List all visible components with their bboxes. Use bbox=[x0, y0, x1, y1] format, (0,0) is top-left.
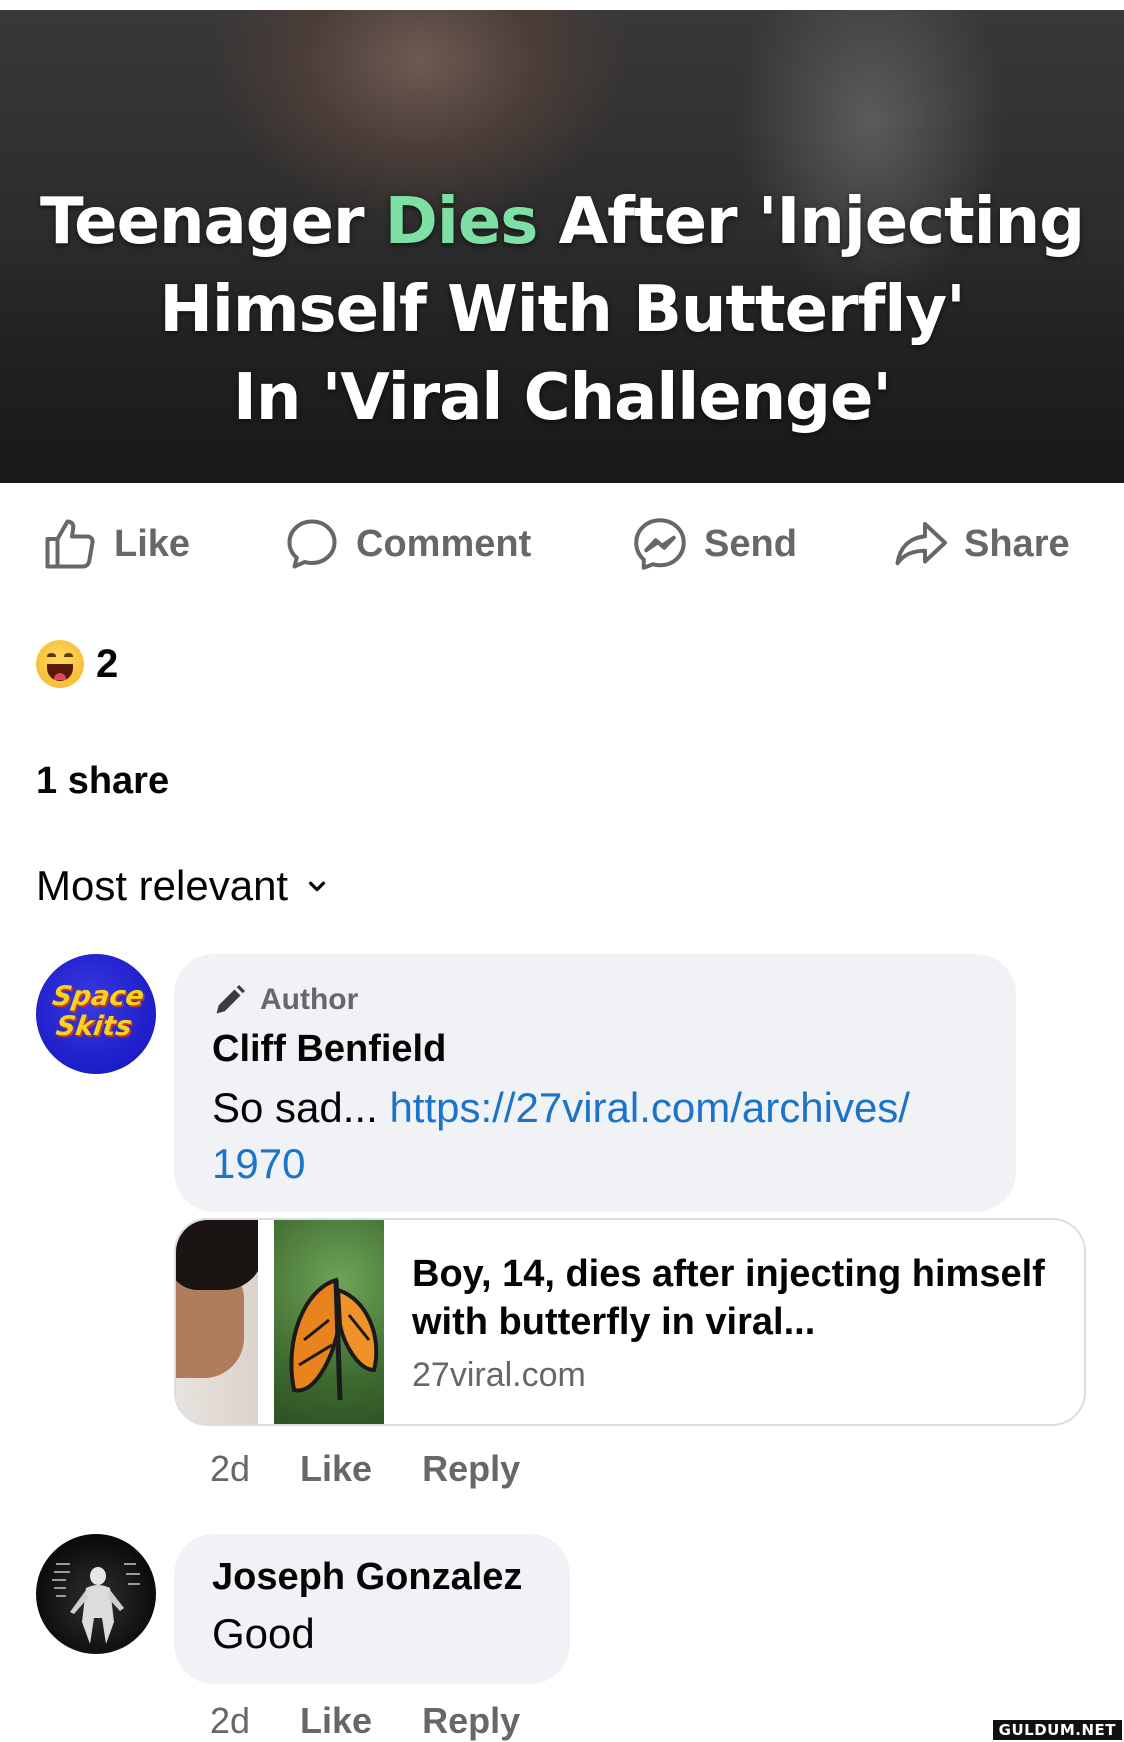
comment-sort-dropdown[interactable]: Most relevant bbox=[36, 862, 328, 910]
comment-like-button[interactable]: Like bbox=[300, 1700, 372, 1742]
pen-icon bbox=[216, 985, 245, 1014]
commenter-name[interactable]: Joseph Gonzalez bbox=[212, 1556, 522, 1599]
comment-time: 2d bbox=[210, 1700, 251, 1741]
comment-reply-button[interactable]: Reply bbox=[422, 1700, 520, 1742]
share-count[interactable]: 1 share bbox=[36, 760, 169, 803]
comment-icon bbox=[287, 519, 337, 569]
link-card-title: Boy, 14, dies after injecting himself wi… bbox=[412, 1253, 1045, 1343]
avatar[interactable] bbox=[36, 1534, 156, 1654]
like-button[interactable]: Like bbox=[40, 508, 190, 580]
comment-reply-button[interactable]: Reply bbox=[422, 1448, 520, 1490]
comment-text: Good bbox=[212, 1610, 315, 1657]
profile-figure-icon bbox=[52, 1563, 140, 1644]
share-button[interactable]: Share bbox=[890, 508, 1070, 580]
messenger-icon bbox=[634, 518, 686, 570]
send-button[interactable]: Send bbox=[630, 508, 797, 580]
comment-link[interactable]: https://27viral.com/archives/ bbox=[389, 1084, 910, 1131]
comment-meta: 2d Like Reply bbox=[210, 1448, 520, 1490]
commenter-name[interactable]: Cliff Benfield bbox=[212, 1028, 446, 1071]
post-action-bar: Like Comment Send Share bbox=[0, 508, 1124, 580]
reaction-summary[interactable]: 2 bbox=[36, 640, 118, 688]
chevron-down-icon bbox=[309, 881, 326, 892]
reaction-count: 2 bbox=[96, 641, 119, 686]
comment-meta: 2d Like Reply bbox=[210, 1700, 520, 1742]
like-label: Like bbox=[114, 522, 191, 565]
title-highlight: Dies bbox=[384, 185, 539, 259]
site-watermark: GULDUM.NET bbox=[992, 1720, 1122, 1740]
haha-emoji-icon bbox=[36, 640, 84, 688]
thumbs-up-icon bbox=[45, 519, 95, 569]
link-preview-card[interactable]: Boy, 14, dies after injecting himself wi… bbox=[174, 1218, 1086, 1426]
post-image-title: Teenager Dies After 'Injecting Himself W… bbox=[40, 185, 1085, 435]
author-label: Author bbox=[260, 983, 359, 1016]
boy-thumbnail bbox=[176, 1220, 274, 1424]
comment-bubble: Author Cliff Benfield So sad... https://… bbox=[174, 954, 1016, 1212]
send-label: Send bbox=[704, 522, 797, 565]
author-badge: Author bbox=[212, 982, 358, 1018]
comment-time: 2d bbox=[210, 1448, 251, 1489]
sort-label: Most relevant bbox=[36, 862, 289, 909]
comment-bubble: Joseph Gonzalez Good bbox=[174, 1534, 570, 1684]
avatar[interactable]: Space Skits bbox=[36, 954, 156, 1074]
comment-like-button[interactable]: Like bbox=[300, 1448, 372, 1490]
share-arrow-icon bbox=[895, 522, 947, 566]
comment-label: Comment bbox=[356, 522, 532, 565]
comment-button[interactable]: Comment bbox=[282, 508, 531, 580]
space-skits-logo: Space Skits bbox=[50, 981, 147, 1042]
share-label: Share bbox=[964, 522, 1070, 565]
butterfly-thumbnail bbox=[274, 1220, 384, 1424]
comment-text: So sad... https://27viral.com/archives/ … bbox=[212, 1084, 910, 1187]
comment-link-continued[interactable]: 1970 bbox=[212, 1140, 305, 1187]
post-image[interactable]: Teenager Dies After 'Injecting Himself W… bbox=[0, 0, 1124, 483]
link-card-domain: 27viral.com bbox=[412, 1356, 586, 1394]
